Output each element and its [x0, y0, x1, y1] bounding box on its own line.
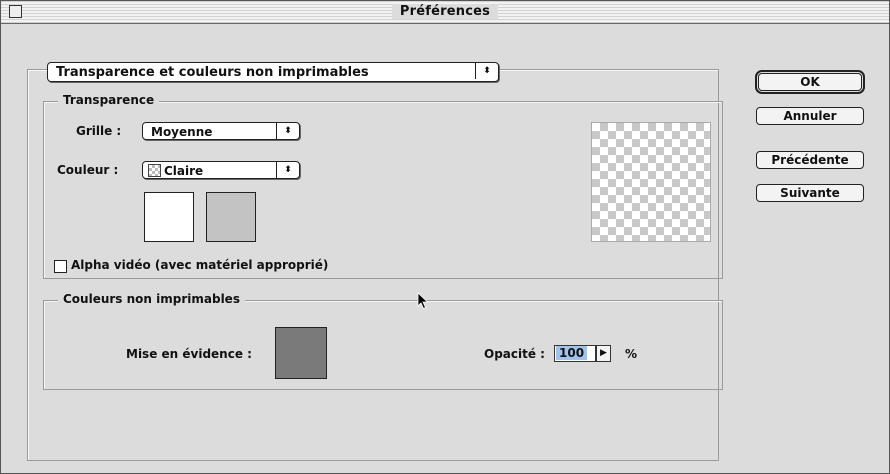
couleur-select[interactable]: Claire ⬍ — [142, 161, 300, 179]
grille-label: Grille : — [76, 124, 122, 138]
window-title-text: Préférences — [391, 4, 499, 19]
section-select[interactable]: Transparence et couleurs non imprimables… — [47, 62, 499, 82]
transparency-preview — [591, 122, 711, 242]
couleur-value: Claire — [164, 164, 204, 178]
opacite-stepper[interactable]: ▶ — [596, 345, 611, 362]
triangle-right-icon: ▶ — [600, 348, 607, 358]
couleur-label: Couleur : — [57, 163, 119, 177]
mise-evidence-swatch[interactable] — [275, 327, 327, 379]
non-imprimables-title: Couleurs non imprimables — [58, 292, 245, 306]
alpha-video-label: Alpha vidéo (avec matériel approprié) — [71, 258, 329, 272]
opacite-field[interactable]: 100 — [554, 345, 596, 362]
precedente-button[interactable]: Précédente — [756, 151, 864, 169]
ok-button[interactable]: OK — [755, 70, 865, 94]
annuler-button[interactable]: Annuler — [756, 107, 864, 125]
grille-select[interactable]: Moyenne ⬍ — [142, 122, 300, 140]
opacite-label: Opacité : — [484, 347, 545, 361]
swatch-2[interactable] — [206, 192, 256, 242]
alpha-video-checkbox[interactable] — [54, 260, 67, 273]
window-title: Préférences — [1, 3, 889, 21]
non-imprimables-group: Couleurs non imprimables — [43, 292, 723, 390]
checker-mini-icon — [148, 164, 161, 177]
mise-evidence-label: Mise en évidence : — [126, 347, 252, 361]
preferences-dialog: Préférences Transparence et couleurs non… — [0, 0, 890, 474]
updown-arrows-icon: ⬍ — [276, 162, 299, 178]
updown-arrows-icon: ⬍ — [475, 63, 498, 79]
suivante-button[interactable]: Suivante — [756, 184, 864, 202]
transparence-title: Transparence — [58, 93, 160, 107]
mouse-pointer-icon — [417, 292, 429, 310]
opacite-unit: % — [625, 347, 638, 361]
section-select-value: Transparence et couleurs non imprimables — [56, 65, 369, 80]
swatch-1[interactable] — [144, 192, 194, 242]
grille-value: Moyenne — [151, 125, 213, 139]
opacite-value: 100 — [556, 346, 588, 360]
updown-arrows-icon: ⬍ — [276, 123, 299, 139]
title-bar[interactable]: Préférences — [1, 1, 889, 24]
